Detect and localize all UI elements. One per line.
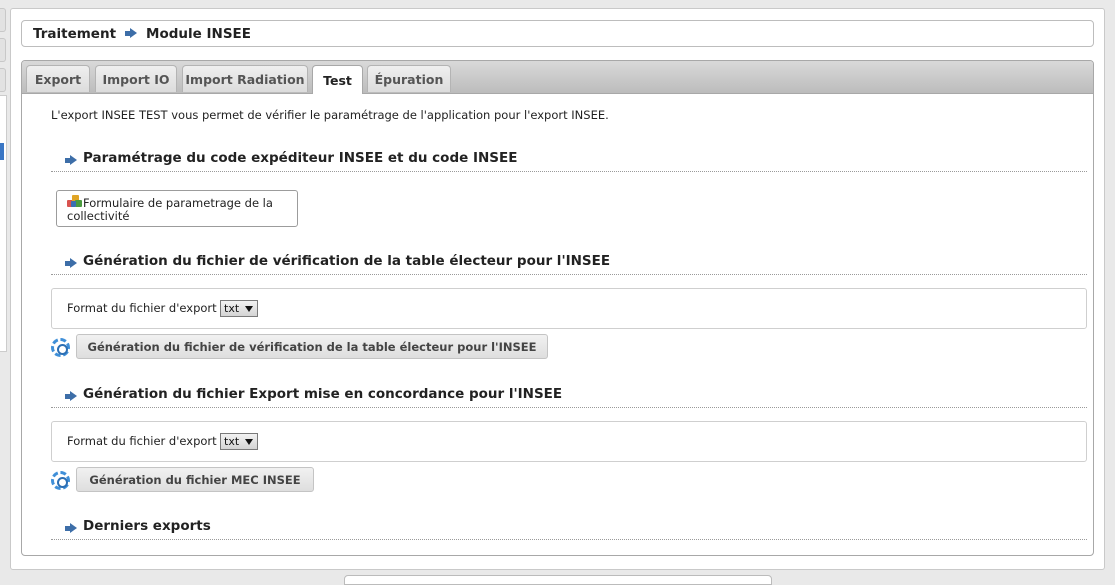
sidebar-edge-panel <box>0 95 7 352</box>
sidebar-edge-item[interactable] <box>0 38 6 62</box>
breadcrumb-current: Module INSEE <box>146 25 251 42</box>
generate-mec-button[interactable]: Génération du fichier MEC INSEE <box>76 467 314 492</box>
gear-icon <box>51 338 70 357</box>
tab-export[interactable]: Export <box>26 65 90 92</box>
format-select[interactable]: txt <box>220 433 258 450</box>
tab-import-io[interactable]: Import IO <box>95 65 177 92</box>
parametrage-form-button-label: Formulaire de parametrage de la collecti… <box>67 196 273 223</box>
arrow-right-icon <box>65 258 78 269</box>
bottom-panel-edge <box>344 575 772 585</box>
chevron-down-icon <box>245 306 253 312</box>
arrow-right-icon <box>65 523 78 534</box>
tab-test[interactable]: Test <box>312 65 363 94</box>
breadcrumb-parent[interactable]: Traitement <box>33 26 116 42</box>
sidebar-edge-item[interactable] <box>0 68 6 92</box>
main-container: Traitement Module INSEE Export Import IO… <box>10 8 1105 570</box>
breadcrumb: Traitement Module INSEE <box>21 20 1094 47</box>
sidebar-edge-active-item[interactable] <box>0 143 4 160</box>
sidebar-edge-item[interactable] <box>0 8 6 32</box>
tab-import-radiation[interactable]: Import Radiation <box>182 65 308 92</box>
tab-bar: Export Import IO Import Radiation Test É… <box>22 61 1093 94</box>
generate-verification-button[interactable]: Génération du fichier de vérification de… <box>76 334 548 359</box>
section-title-parametrage: Paramétrage du code expéditeur INSEE et … <box>51 150 1087 172</box>
format-label: Format du fichier d'export <box>67 301 217 315</box>
left-sidebar-edge <box>0 0 8 580</box>
arrow-right-icon <box>65 155 78 166</box>
parametrage-form-button[interactable]: Formulaire de parametrage de la collecti… <box>56 190 298 227</box>
format-label: Format du fichier d'export <box>67 434 217 448</box>
gear-icon <box>51 471 70 490</box>
concordance-format-field: Format du fichier d'export txt <box>51 421 1087 462</box>
cubes-icon <box>67 195 83 208</box>
section-title-verification: Génération du fichier de vérification de… <box>51 253 1087 275</box>
chevron-down-icon <box>245 439 253 445</box>
arrow-right-icon <box>125 28 138 39</box>
section-title-concordance: Génération du fichier Export mise en con… <box>51 386 1087 408</box>
tabs-panel: Export Import IO Import Radiation Test É… <box>21 60 1094 556</box>
format-select[interactable]: txt <box>220 300 258 317</box>
section-title-derniers-exports: Derniers exports <box>51 518 1087 540</box>
tab-epuration[interactable]: Épuration <box>367 65 451 92</box>
intro-text: L'export INSEE TEST vous permet de vérif… <box>51 108 609 122</box>
verification-format-field: Format du fichier d'export txt <box>51 288 1087 329</box>
arrow-right-icon <box>65 391 78 402</box>
